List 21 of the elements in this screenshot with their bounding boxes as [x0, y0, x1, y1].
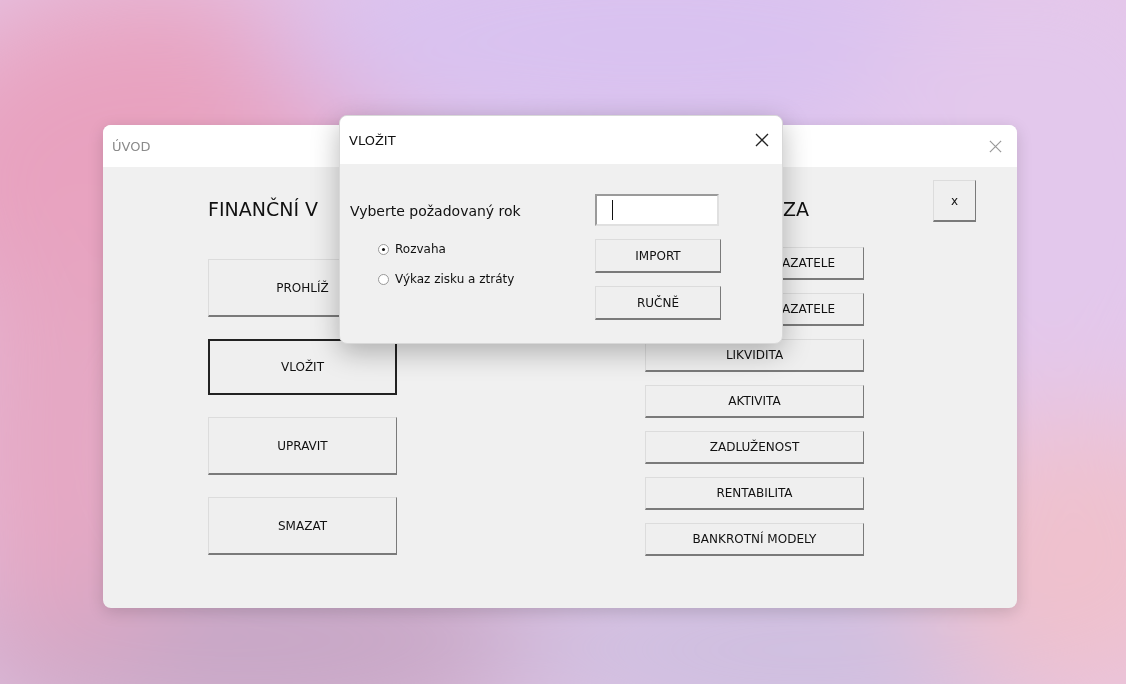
close-button[interactable]: x [933, 180, 976, 222]
analysis-button[interactable]: AKTIVITA [645, 385, 864, 418]
dialog-title: VLOŽIT [349, 132, 396, 148]
analysis-button[interactable]: ZADLUŽENOST [645, 431, 864, 464]
menu-button[interactable]: VLOŽIT [208, 339, 397, 395]
radio-icon[interactable] [378, 273, 389, 285]
radio-icon[interactable] [378, 243, 389, 255]
close-icon[interactable] [754, 132, 770, 148]
dialog-button[interactable]: IMPORT [595, 239, 721, 273]
dialog-button[interactable]: RUČNĚ [595, 286, 721, 320]
menu-button[interactable]: SMAZAT [208, 497, 397, 555]
year-field[interactable] [595, 194, 719, 226]
radio-option[interactable]: Rozvaha [378, 242, 446, 256]
prompt-label: Vyberte požadovaný rok [350, 202, 521, 221]
analysis-button[interactable]: RENTABILITA [645, 477, 864, 510]
menu-button[interactable]: UPRAVIT [208, 417, 397, 475]
analysis-button[interactable]: BANKROTNÍ MODELY [645, 523, 864, 556]
radio-label: Rozvaha [395, 242, 446, 256]
heading: FINANČNÍ V [208, 196, 319, 222]
window-title: ÚVOD [112, 138, 151, 154]
heading: ZA [783, 197, 809, 222]
